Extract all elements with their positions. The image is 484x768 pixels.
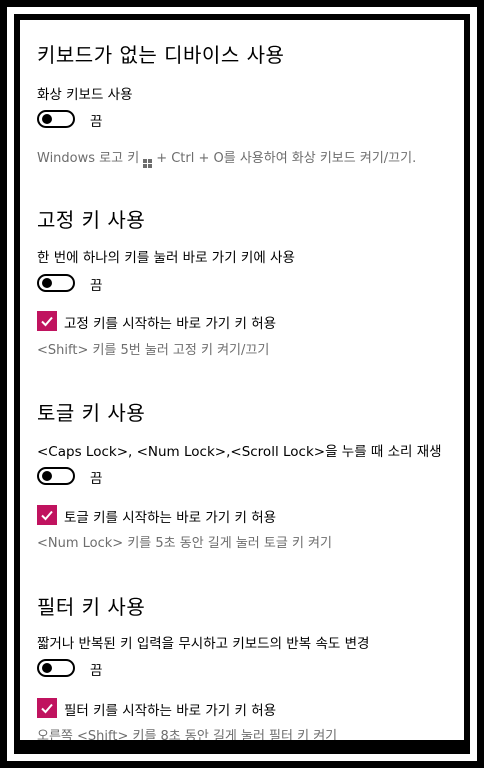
description-on-screen-keyboard: Windows 로고 키 + Ctrl + O를 사용하여 화상 키보드 켜기/끄… (37, 147, 416, 168)
checkmark-icon (41, 703, 53, 714)
checkmark-icon (41, 316, 53, 327)
toggle-switch-toggle-keys[interactable] (37, 467, 75, 485)
toggle-label-filter-keys: 짧거나 반복된 키 입력을 무시하고 키보드의 반복 속도 변경 (37, 636, 370, 652)
toggle-state-filter-keys: 끔 (90, 663, 103, 679)
windows-logo-icon (143, 159, 153, 168)
toggle-state-on-screen-keyboard: 끔 (90, 114, 103, 130)
description-filter-keys: 오른쪽 <Shift> 키를 8초 동안 길게 눌러 필터 키 켜기 (37, 729, 338, 740)
settings-panel: 키보드가 없는 디바이스 사용 화상 키보드 사용 끔 Windows 로고 키… (20, 20, 464, 740)
toggle-knob (42, 114, 52, 124)
description-text-part-1: Windows 로고 키 (37, 151, 140, 166)
checkbox-toggle-keys-shortcut[interactable] (37, 505, 57, 525)
toggle-label-sticky-keys: 한 번에 하나의 키를 눌러 바로 가기 키에 사용 (37, 250, 295, 266)
toggle-knob (42, 663, 52, 673)
checkbox-label-toggle-keys-shortcut: 토글 키를 시작하는 바로 가기 키 허용 (64, 510, 277, 526)
checkmark-icon (41, 510, 53, 521)
description-text-part-2: + Ctrl + O를 사용하여 화상 키보드 켜기/끄기. (156, 151, 417, 166)
toggle-switch-sticky-keys[interactable] (37, 274, 75, 292)
toggle-state-sticky-keys: 끔 (90, 278, 103, 294)
section-heading-toggle-keys: 토글 키 사용 (37, 401, 146, 425)
checkbox-label-sticky-keys-shortcut: 고정 키를 시작하는 바로 가기 키 허용 (64, 316, 277, 332)
toggle-knob (42, 471, 52, 481)
checkbox-sticky-keys-shortcut[interactable] (37, 311, 57, 331)
toggle-knob (42, 278, 52, 288)
section-heading-sticky-keys: 고정 키 사용 (37, 208, 146, 232)
checkbox-filter-keys-shortcut[interactable] (37, 698, 57, 718)
section-heading-filter-keys: 필터 키 사용 (37, 595, 146, 619)
section-heading-on-screen-keyboard: 키보드가 없는 디바이스 사용 (37, 43, 285, 67)
toggle-switch-filter-keys[interactable] (37, 659, 75, 677)
toggle-label-toggle-keys: <Caps Lock>, <Num Lock>,<Scroll Lock>을 누… (37, 444, 442, 460)
toggle-label-on-screen-keyboard: 화상 키보드 사용 (37, 87, 133, 103)
toggle-state-toggle-keys: 끔 (90, 471, 103, 487)
toggle-switch-on-screen-keyboard[interactable] (37, 110, 75, 128)
description-sticky-keys: <Shift> 키를 5번 눌러 고정 키 켜기/끄기 (37, 343, 270, 358)
description-toggle-keys: <Num Lock> 키를 5초 동안 길게 눌러 토글 키 켜기 (37, 536, 332, 551)
checkbox-label-filter-keys-shortcut: 필터 키를 시작하는 바로 가기 키 허용 (64, 703, 277, 719)
